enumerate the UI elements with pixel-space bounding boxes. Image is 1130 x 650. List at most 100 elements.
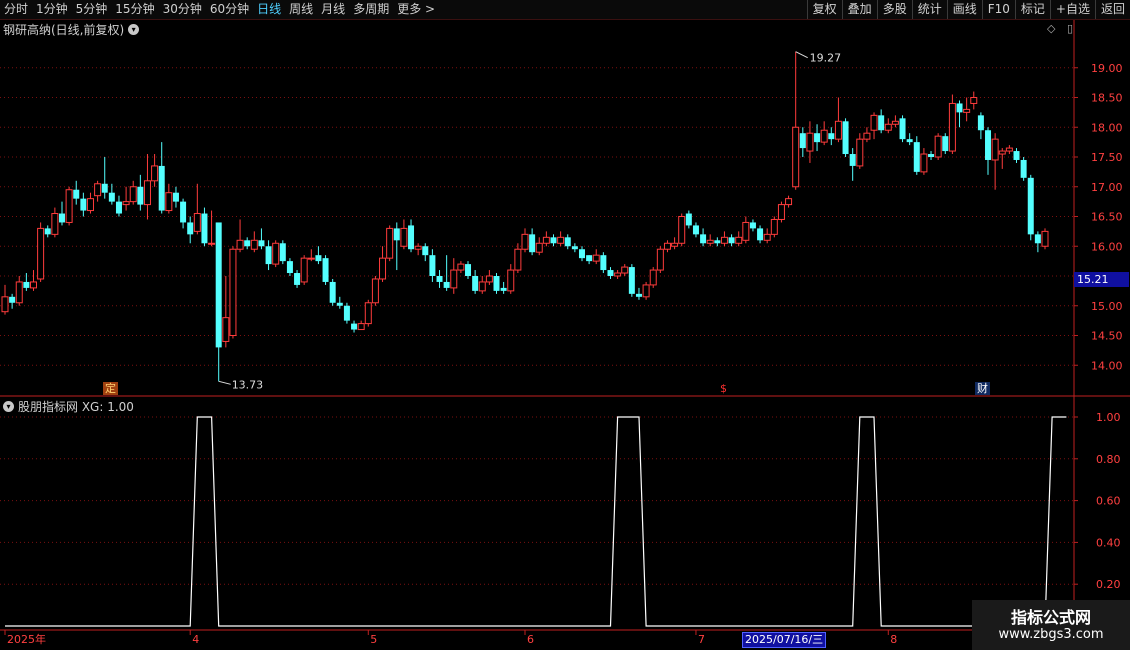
candle-body: [258, 240, 265, 247]
candle: [180, 198, 187, 229]
current-price-tag: 15.21: [1074, 272, 1129, 287]
candle-body: [706, 239, 714, 244]
high-price-label: 19.27: [810, 52, 842, 65]
candle-body: [244, 240, 251, 247]
candle-body: [920, 153, 928, 173]
candle-body: [557, 236, 565, 244]
candle: [493, 273, 500, 294]
watermark: 指标公式网 www.zbgs3.com: [972, 600, 1130, 650]
candle-body: [891, 120, 899, 125]
candle: [542, 231, 550, 247]
candle: [614, 270, 622, 279]
candle-body: [1034, 234, 1041, 244]
candle-body: [770, 218, 778, 235]
candle-body: [80, 198, 87, 211]
candle-body: [1013, 151, 1020, 160]
candle-body: [757, 228, 764, 241]
candle: [1027, 174, 1034, 241]
candle-body: [948, 102, 956, 152]
price-tick-label: 17.00: [1091, 181, 1123, 194]
candle: [1041, 228, 1049, 250]
candle: [592, 249, 600, 265]
candle-body: [763, 233, 771, 241]
candle-body: [828, 133, 835, 140]
event-tag-dollar[interactable]: $: [718, 382, 729, 395]
candle: [514, 243, 522, 274]
candle: [51, 207, 59, 238]
candle-body: [15, 281, 23, 304]
candle-body: [550, 237, 557, 244]
event-tag-cai[interactable]: 财: [975, 382, 990, 395]
candle: [244, 237, 251, 250]
candle-body: [307, 257, 315, 260]
price-tick-label: 14.00: [1091, 359, 1123, 372]
candle-body: [700, 234, 707, 244]
candle: [642, 281, 650, 300]
event-tag-ding[interactable]: 定: [103, 382, 118, 395]
candle-body: [400, 227, 408, 247]
candle-body: [414, 245, 422, 250]
candle: [557, 231, 565, 247]
candle-body: [906, 139, 913, 143]
candle: [436, 270, 443, 288]
candle-body: [443, 281, 450, 288]
candle: [849, 148, 856, 181]
candle: [279, 240, 286, 265]
candle: [1013, 148, 1020, 163]
candle-body: [600, 255, 607, 271]
candle-body: [1005, 147, 1013, 152]
candle-body: [749, 222, 756, 229]
candle-body: [478, 281, 486, 292]
candle-body: [820, 129, 828, 143]
candle-body: [222, 317, 230, 342]
candle: [685, 210, 692, 229]
candle: [870, 112, 878, 140]
candle-body: [977, 115, 984, 131]
candle-body: [364, 302, 372, 325]
candle: [15, 276, 23, 306]
candle: [906, 133, 913, 146]
candle-body: [884, 123, 892, 131]
watermark-title: 指标公式网: [1010, 608, 1091, 627]
candle: [970, 91, 978, 110]
candle: [899, 115, 906, 143]
candle: [457, 261, 465, 274]
candle-body: [465, 264, 472, 276]
candle-body: [728, 237, 735, 244]
candle-body: [1041, 230, 1049, 247]
candle-body: [94, 183, 102, 197]
candle: [564, 234, 571, 250]
candle: [472, 270, 479, 294]
candle-body: [9, 296, 16, 303]
candle-body: [814, 133, 821, 143]
candle-body: [849, 154, 856, 166]
kline-chart[interactable]: 19.0018.5018.0017.5017.0016.5016.0015.50…: [0, 0, 1130, 650]
candle: [272, 240, 280, 268]
candle: [465, 261, 472, 279]
date-tick-label: 2025年: [7, 632, 46, 646]
candle-body: [842, 121, 849, 155]
candle-body: [122, 201, 130, 206]
candle-body: [37, 227, 45, 280]
candle: [129, 180, 137, 205]
date-tick-label: 8: [890, 633, 897, 646]
candle: [834, 97, 842, 143]
candle-body: [29, 281, 37, 289]
candle: [122, 186, 130, 211]
candle: [315, 246, 322, 265]
candle-body: [279, 243, 286, 262]
candle: [408, 219, 415, 253]
candle: [307, 249, 315, 262]
candle: [720, 231, 728, 247]
candle-body: [294, 273, 301, 285]
candle: [1020, 157, 1027, 181]
candle-body: [408, 225, 415, 250]
candle-body: [514, 248, 522, 271]
indicator-series: [5, 416, 1067, 627]
candle: [742, 216, 750, 244]
candle-body: [735, 236, 743, 244]
candle: [842, 118, 849, 157]
candle-body: [379, 257, 387, 280]
candle: [329, 278, 336, 306]
candle-body: [371, 278, 379, 304]
